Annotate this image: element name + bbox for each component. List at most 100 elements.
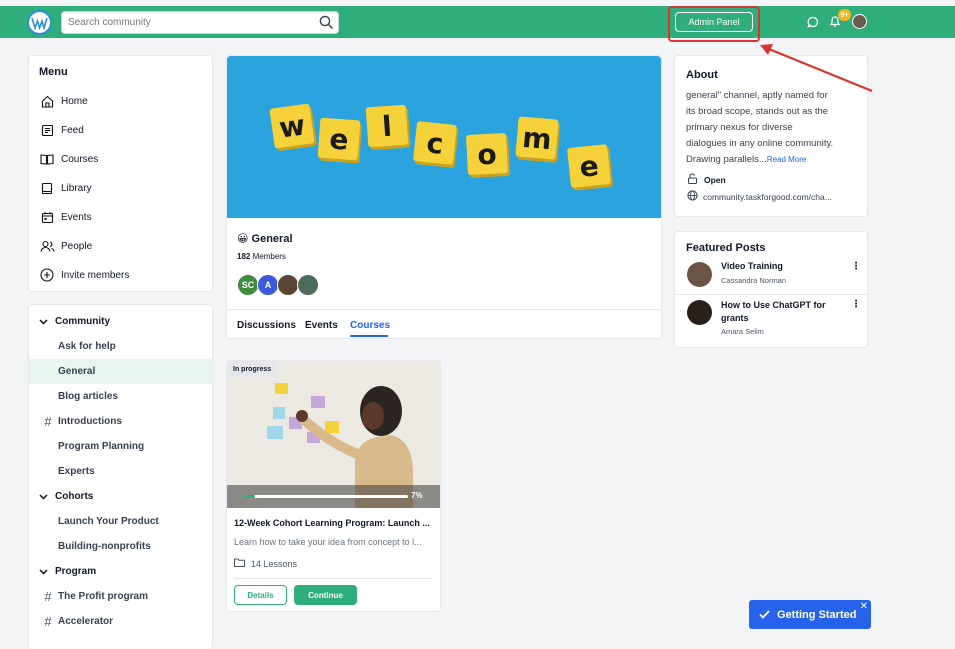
nav-item-program-planning[interactable]: Program Planning xyxy=(29,434,212,459)
channel-header-card: w e l c o m e 😀 General 182 Members SC A… xyxy=(226,55,662,339)
letter-tile: l xyxy=(365,104,409,148)
featured-post-item[interactable]: How to Use ChatGPT for grants Amara Seli… xyxy=(675,296,867,344)
active-tab-underline xyxy=(350,335,388,337)
community-url[interactable]: community.taskforgood.com/cha... xyxy=(687,190,832,203)
letter-tile: e xyxy=(317,117,361,161)
search-box[interactable] xyxy=(61,11,339,34)
menu-item-feed[interactable]: Feed xyxy=(39,120,84,140)
nav-item-experts[interactable]: Experts xyxy=(29,459,212,484)
section-cohorts[interactable]: Cohorts xyxy=(29,484,212,509)
section-community[interactable]: Community xyxy=(29,309,212,334)
nav-item-label: Introductions xyxy=(58,416,122,427)
folder-icon xyxy=(234,558,245,569)
community-logo[interactable] xyxy=(27,10,52,35)
menu-item-courses[interactable]: Courses xyxy=(39,149,98,169)
featured-post-item[interactable]: Video Training Cassandra Norman ⋮ xyxy=(675,258,867,295)
about-text-line: general" channel, aptly named for xyxy=(686,90,828,101)
about-text-line: dialogues in any online community. xyxy=(686,138,834,149)
nav-item-the-profit-program[interactable]: # The Profit program xyxy=(29,584,212,609)
channel-emoji: 😀 xyxy=(237,233,249,245)
continue-button[interactable]: Continue xyxy=(294,585,357,605)
chevron-down-icon xyxy=(39,568,49,575)
progress-overlay: 7% xyxy=(227,485,440,508)
tab-discussions[interactable]: Discussions xyxy=(237,320,296,331)
nav-item-introductions[interactable]: # Introductions xyxy=(29,409,212,434)
nav-item-blog-articles[interactable]: Blog articles xyxy=(29,384,212,409)
close-icon[interactable]: ✕ xyxy=(860,601,868,612)
nav-item-label: The Profit program xyxy=(58,591,149,602)
user-avatar[interactable] xyxy=(852,14,867,29)
menu-item-label: Library xyxy=(61,182,92,194)
read-more-link[interactable]: Read More xyxy=(767,155,807,164)
getting-started-button[interactable]: Getting Started ✕ xyxy=(749,600,871,629)
feed-icon xyxy=(39,122,55,138)
menu-item-library[interactable]: Library xyxy=(39,178,92,198)
post-title: How to Use ChatGPT for grants xyxy=(721,300,826,323)
chat-icon[interactable] xyxy=(807,15,819,33)
lesson-count-label: 14 Lessons xyxy=(251,558,298,569)
nav-item-label: Accelerator xyxy=(58,616,114,627)
section-label: Cohorts xyxy=(55,491,94,502)
nav-item-ask-for-help[interactable]: Ask for help xyxy=(29,334,212,359)
about-text-line: its broad scope, stands out as the xyxy=(686,106,829,117)
avatar: SC xyxy=(237,274,259,296)
privacy-status: Open xyxy=(687,173,726,186)
nav-item-building-nonprofits[interactable]: Building-nonprofits xyxy=(29,534,212,559)
check-icon xyxy=(759,610,770,619)
divider xyxy=(675,294,867,295)
search-input[interactable] xyxy=(68,12,308,33)
tab-courses[interactable]: Courses xyxy=(350,320,390,331)
progress-track xyxy=(244,495,408,498)
menu-item-home[interactable]: Home xyxy=(39,91,88,111)
nav-item-label: Launch Your Product xyxy=(58,516,159,527)
tab-events[interactable]: Events xyxy=(305,320,338,331)
nav-item-general[interactable]: General xyxy=(29,359,212,384)
unlock-icon xyxy=(687,173,698,186)
section-program[interactable]: Program xyxy=(29,559,212,584)
course-title[interactable]: 12-Week Cohort Learning Program: Launch … xyxy=(234,518,437,528)
avatar xyxy=(687,300,712,325)
notification-badge: 9+ xyxy=(838,9,851,21)
about-text: general" channel, aptly named for its br… xyxy=(686,88,864,168)
menu-item-events[interactable]: Events xyxy=(39,207,92,227)
menu-item-invite-members[interactable]: Invite members xyxy=(39,265,129,285)
member-count[interactable]: 182 Members xyxy=(237,252,286,261)
hash-icon: # xyxy=(44,614,52,629)
nav-item-label: General xyxy=(58,366,96,377)
about-text-line: Drawing parallels... xyxy=(686,154,767,165)
nav-item-label: Experts xyxy=(58,466,95,477)
about-text-line: primary nexus for diverse xyxy=(686,122,793,133)
menu-item-label: Events xyxy=(61,211,92,223)
post-author: Amara Selim xyxy=(721,327,764,336)
member-avatars[interactable]: SC A xyxy=(237,274,337,298)
channel-title: 😀 General xyxy=(237,232,293,245)
avatar xyxy=(277,274,299,296)
getting-started-label: Getting Started xyxy=(777,608,857,621)
member-count-label: Members xyxy=(252,252,286,261)
highlight-box xyxy=(668,6,760,42)
menu-item-people[interactable]: People xyxy=(39,236,92,256)
progress-fill xyxy=(244,495,256,498)
top-bar: Admin Panel 9+ xyxy=(0,6,955,38)
people-icon xyxy=(39,238,55,254)
course-card[interactable]: In progress 7% 12-Week Cohort Learning P… xyxy=(226,360,441,612)
menu-title: Menu xyxy=(39,66,68,78)
about-card: About general" channel, aptly named for … xyxy=(674,55,868,217)
more-options-icon[interactable]: ⋮ xyxy=(851,261,861,272)
more-options-icon[interactable]: ⋮ xyxy=(851,299,861,310)
privacy-label: Open xyxy=(704,174,726,185)
menu-item-label: Invite members xyxy=(61,269,130,281)
course-description: Learn how to take your idea from concept… xyxy=(234,537,422,547)
divider xyxy=(234,578,433,579)
featured-posts-title: Featured Posts xyxy=(686,242,766,254)
channel-name: General xyxy=(251,233,293,245)
search-icon[interactable] xyxy=(319,15,334,35)
menu-item-label: Home xyxy=(61,95,88,107)
nav-item-label: Program Planning xyxy=(58,441,145,452)
status-badge: In progress xyxy=(227,361,278,378)
nav-item-launch-your-product[interactable]: Launch Your Product xyxy=(29,509,212,534)
details-button[interactable]: Details xyxy=(234,585,287,605)
nav-item-accelerator[interactable]: # Accelerator xyxy=(29,609,212,634)
home-icon xyxy=(39,93,55,109)
letter-tile: m xyxy=(515,116,559,160)
